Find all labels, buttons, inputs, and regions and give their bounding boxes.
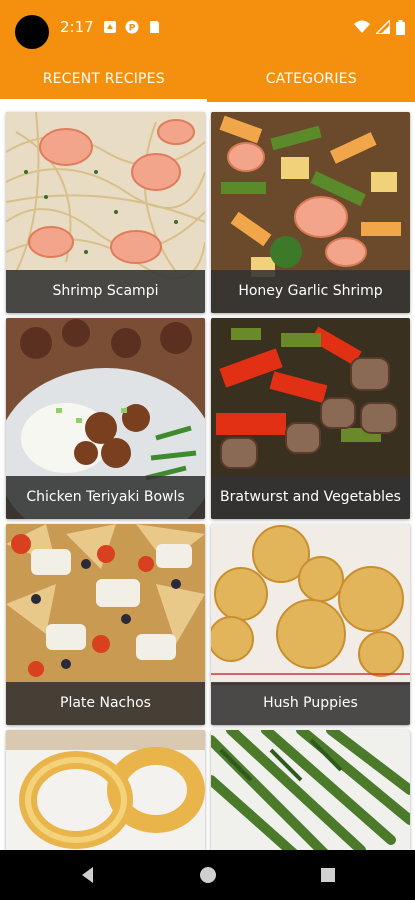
notification-pocket-icon: P — [125, 20, 139, 34]
back-icon[interactable] — [78, 865, 98, 885]
recipe-image — [211, 730, 410, 850]
recipe-title: Shrimp Scampi — [6, 270, 205, 313]
tab-label: RECENT RECIPES — [42, 71, 165, 87]
recipe-card[interactable] — [6, 730, 205, 850]
notification-app-icon — [104, 21, 116, 33]
recipe-card[interactable]: Bratwurst and Vegetables — [211, 318, 410, 519]
recipe-card[interactable]: Chicken Teriyaki Bowls — [6, 318, 205, 519]
battery-icon — [396, 19, 405, 35]
recipe-title: Hush Puppies — [211, 682, 410, 725]
recipe-card[interactable]: Hush Puppies — [211, 524, 410, 725]
recipe-title: Chicken Teriyaki Bowls — [6, 476, 205, 519]
recents-icon[interactable] — [318, 865, 338, 885]
svg-text:P: P — [129, 24, 136, 34]
home-icon[interactable] — [198, 865, 218, 885]
recipe-title: Plate Nachos — [6, 682, 205, 725]
tab-recent-recipes[interactable]: RECENT RECIPES — [0, 56, 208, 102]
recipe-card[interactable] — [211, 730, 410, 850]
tab-bar: RECENT RECIPES CATEGORIES — [0, 56, 415, 102]
system-nav-bar — [0, 850, 415, 900]
sd-card-icon — [150, 21, 159, 33]
recipe-grid: Shrimp Scampi Honey Garlic Shrimp Chicke… — [0, 102, 415, 850]
recipe-image — [6, 730, 205, 850]
signal-icon — [376, 20, 390, 34]
recipe-card[interactable]: Plate Nachos — [6, 524, 205, 725]
recipe-title: Honey Garlic Shrimp — [211, 270, 410, 313]
status-bar: 2:17 P — [0, 0, 415, 56]
app-bar: 2:17 P RECENT RECIPES CATEGORIES — [0, 0, 415, 102]
recipe-title: Bratwurst and Vegetables — [211, 476, 410, 519]
avatar[interactable] — [15, 15, 49, 49]
status-time: 2:17 — [60, 18, 94, 36]
wifi-icon — [354, 20, 370, 33]
tab-label: CATEGORIES — [265, 71, 357, 87]
tab-categories[interactable]: CATEGORIES — [208, 56, 415, 102]
recipe-card[interactable]: Shrimp Scampi — [6, 112, 205, 313]
recipe-card[interactable]: Honey Garlic Shrimp — [211, 112, 410, 313]
